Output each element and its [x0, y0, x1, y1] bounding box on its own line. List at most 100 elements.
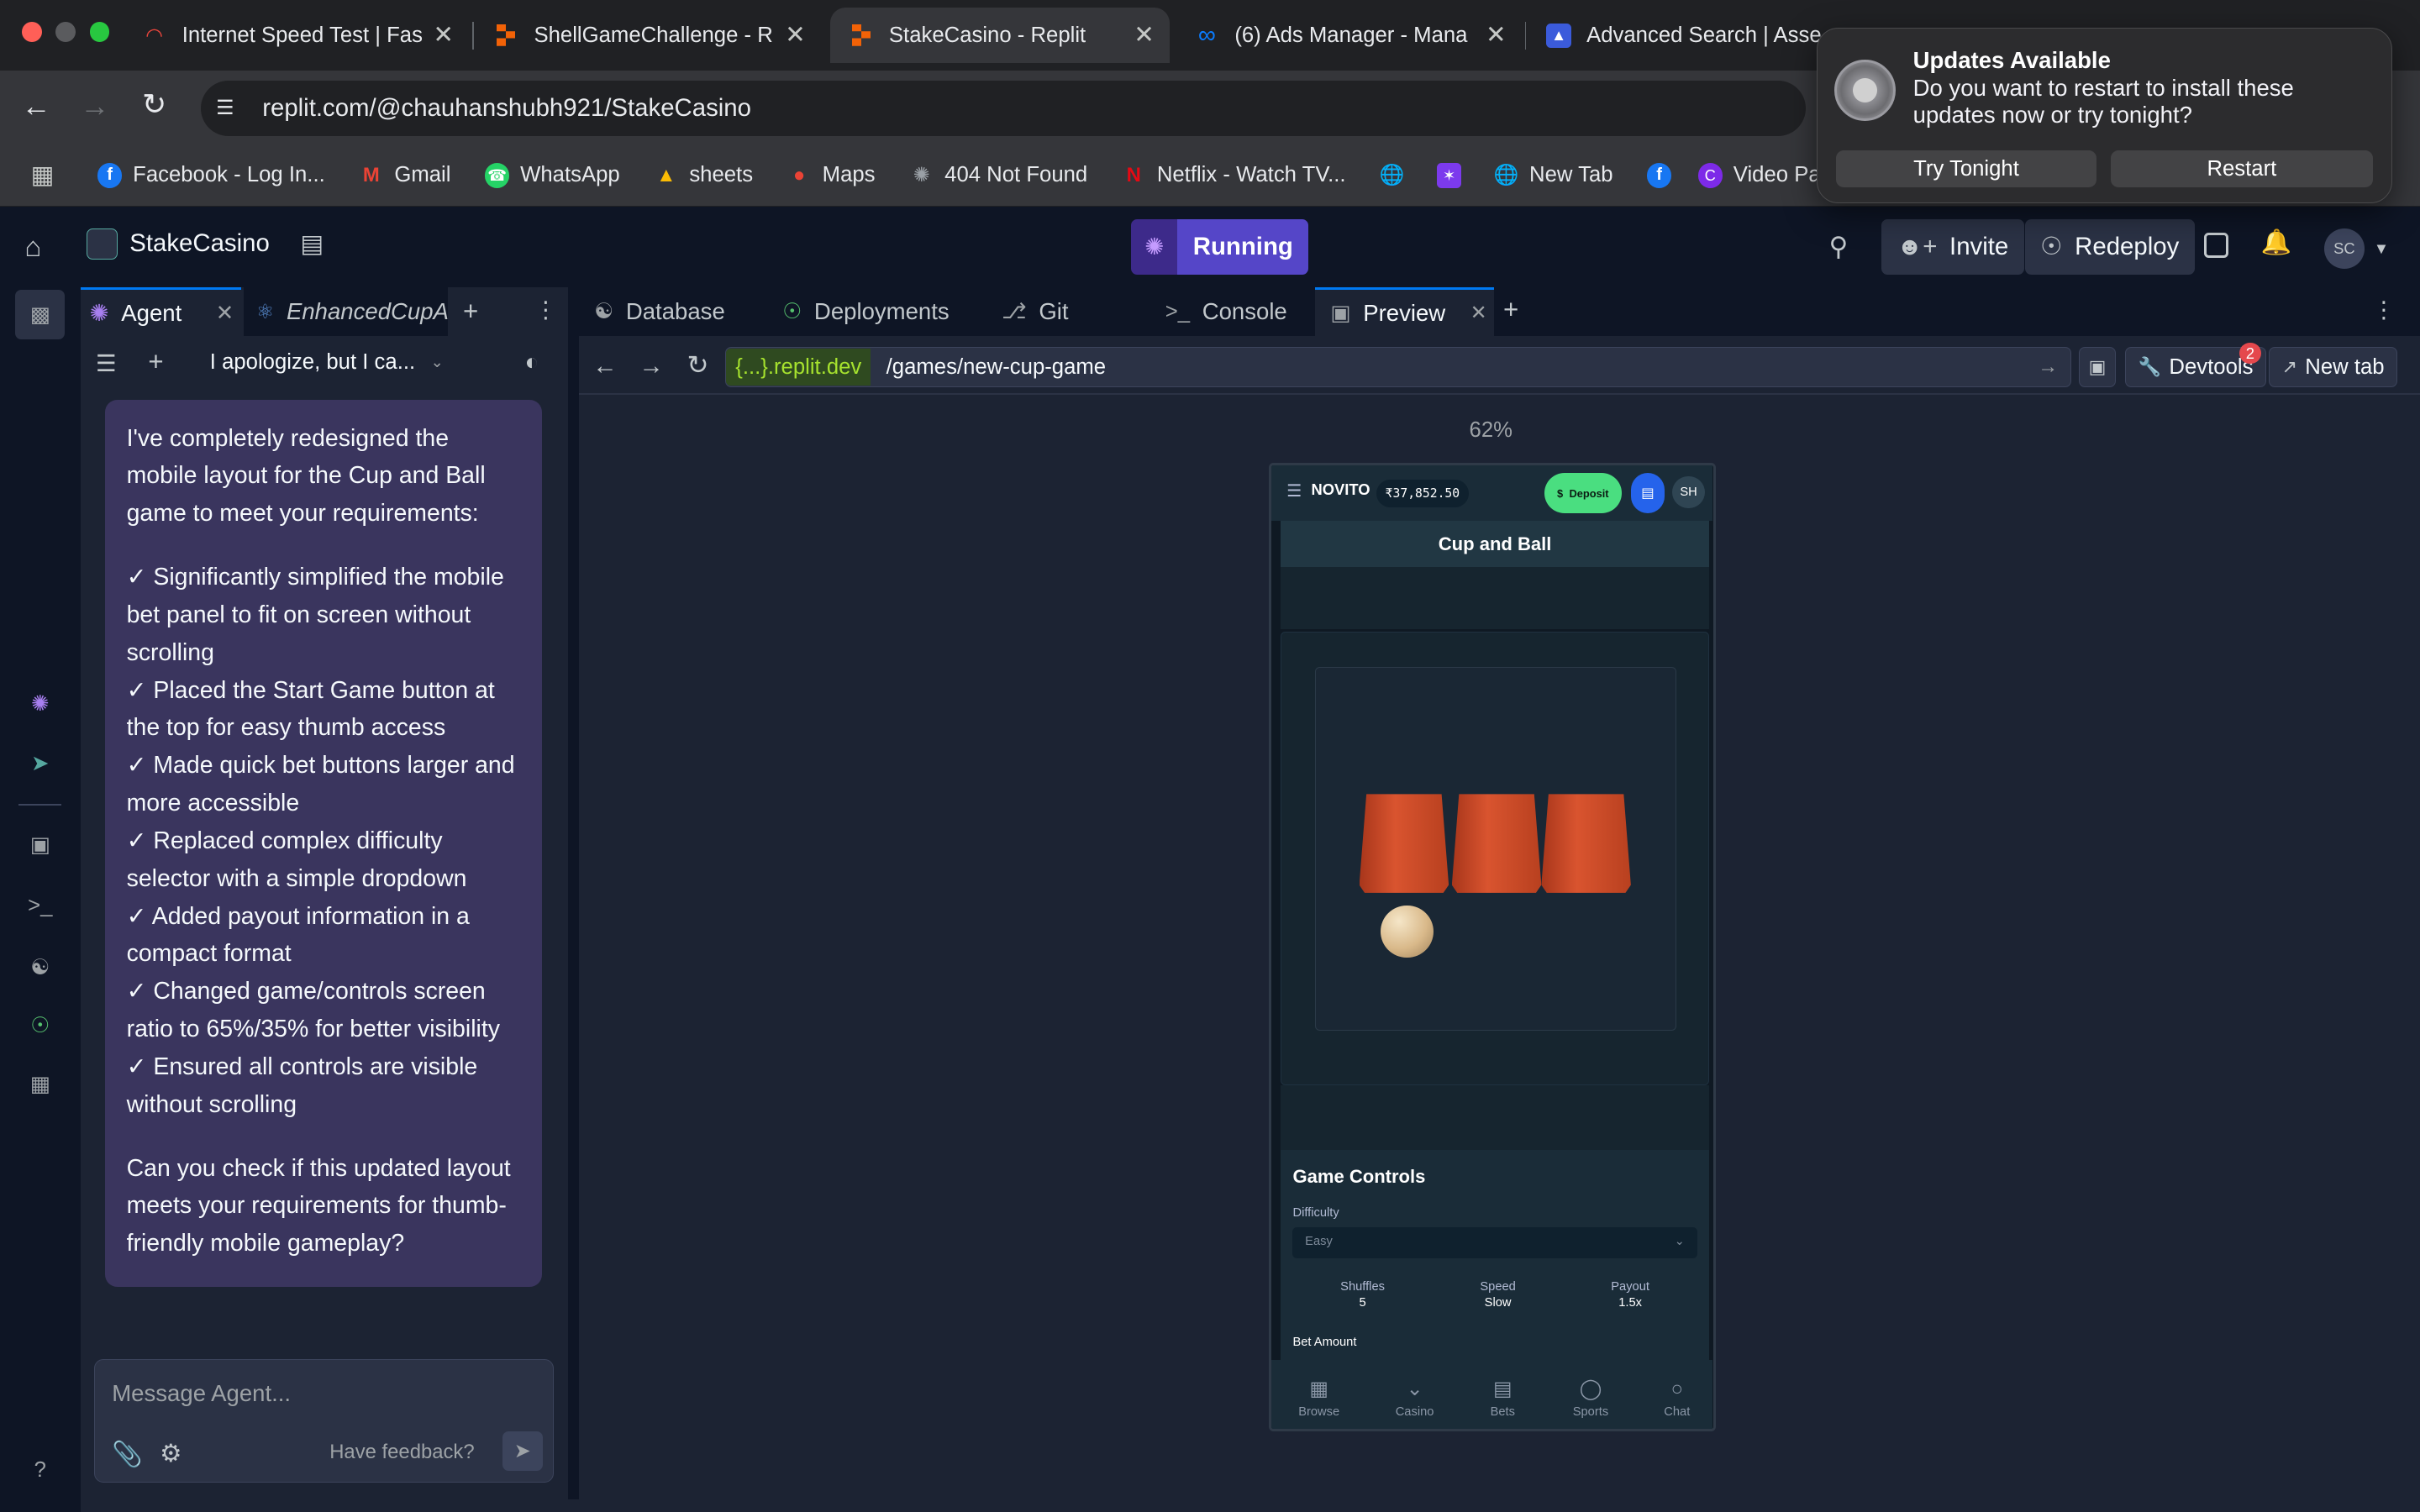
gauge-icon[interactable]: ◐ — [524, 349, 539, 375]
tab-console[interactable]: >_ Console — [1150, 287, 1313, 337]
brand-logo[interactable]: NOVITO — [1312, 480, 1370, 499]
star-app-icon[interactable]: ✶ — [1436, 163, 1472, 188]
close-window-button[interactable] — [21, 21, 42, 42]
chat-list-icon[interactable]: ☰ — [96, 350, 117, 377]
tab-agent[interactable]: ✺ Agent ✕ — [80, 286, 241, 337]
panel-resizer[interactable] — [567, 286, 579, 1500]
explorer-icon[interactable]: ▩ — [26, 301, 54, 328]
preview-forward-icon[interactable]: → — [639, 352, 663, 381]
nav-sports[interactable]: ◯ Sports — [1552, 1377, 1629, 1420]
close-tab-icon[interactable]: ✕ — [216, 301, 234, 326]
bookmark-gmail[interactable]: M Gmail — [359, 163, 451, 187]
bookmark-404[interactable]: ✺ 404 Not Found — [909, 163, 1088, 187]
bookmark-new-tab[interactable]: 🌐 New Tab — [1494, 163, 1613, 187]
forward-arrow-icon[interactable]: → — [81, 90, 110, 123]
address-bar[interactable]: ☰ replit.com/@chauhanshubh921/StakeCasin… — [200, 80, 1806, 136]
home-icon[interactable]: ⌂ — [24, 232, 41, 264]
nav-casino[interactable]: ⌄ Casino — [1376, 1377, 1454, 1420]
deploy-icon[interactable]: ☉ — [26, 1012, 54, 1040]
reload-icon[interactable]: ↻ — [142, 88, 166, 122]
file-list-icon[interactable]: ▤ — [301, 229, 324, 259]
tab-git[interactable]: ⎇ Git — [986, 287, 1141, 337]
globe-icon[interactable]: 🌐 — [1380, 163, 1415, 187]
search-icon[interactable]: ⚲ — [1828, 232, 1848, 262]
tab-preview[interactable]: ▣ Preview ✕ — [1314, 286, 1494, 337]
bookmark-facebook[interactable]: f Facebook - Log In... — [97, 163, 325, 188]
tab-deployments[interactable]: ☉ Deployments — [767, 287, 983, 337]
all-tools-icon[interactable]: ▦ — [26, 1071, 54, 1099]
nav-bets[interactable]: ▤ Bets — [1464, 1377, 1541, 1420]
agent-icon[interactable]: ✺ — [26, 690, 54, 717]
device-toggle-icon[interactable]: ▣ — [2079, 347, 2117, 387]
invite-button[interactable]: ☻+ Invite — [1881, 218, 2024, 275]
close-tab-icon[interactable]: ✕ — [785, 20, 806, 50]
chat-title-dropdown[interactable]: I apologize, but I ca... ⌄ — [210, 350, 444, 375]
message-point: ✓ Made quick bet buttons larger and more… — [126, 752, 515, 817]
message-input[interactable]: Message Agent... — [112, 1380, 291, 1407]
close-tab-icon[interactable]: ✕ — [433, 20, 454, 50]
settings-icon[interactable]: ⚙ — [160, 1439, 182, 1468]
facebook-icon[interactable]: f — [1646, 163, 1682, 188]
console-icon[interactable]: >_ — [26, 892, 54, 920]
balance: ₹37,852.50 — [1376, 479, 1470, 507]
site-settings-icon[interactable]: ☰ — [216, 96, 247, 120]
browser-tab[interactable]: ▲ Advanced Search | Asse — [1528, 8, 1836, 63]
send-button[interactable]: ➤ — [502, 1431, 543, 1472]
help-icon[interactable]: ? — [26, 1457, 54, 1484]
browser-tab[interactable]: ◠ Internet Speed Test | Fas ✕ — [124, 8, 469, 63]
browser-tab-active[interactable]: StakeCasino - Replit ✕ — [830, 8, 1171, 64]
project-name[interactable]: StakeCasino ▤ — [86, 228, 324, 260]
cup-3[interactable] — [1541, 794, 1631, 893]
apps-grid-icon[interactable]: ▦ — [31, 160, 55, 190]
more-options-icon[interactable]: ⋮ — [534, 297, 557, 323]
chevron-down-icon: ⌄ — [1406, 1377, 1423, 1400]
game-board — [1280, 632, 1710, 1086]
database-icon[interactable]: ☯ — [26, 953, 54, 981]
close-tab-icon[interactable]: ✕ — [1486, 20, 1507, 50]
add-tab-icon[interactable]: + — [463, 297, 478, 327]
new-chat-icon[interactable]: + — [148, 347, 163, 377]
browser-tab[interactable]: ∞ (6) Ads Manager - Mana ✕ — [1176, 8, 1522, 63]
add-tab-icon[interactable]: + — [1503, 295, 1518, 325]
deposit-button[interactable]: $ Deposit — [1544, 473, 1622, 513]
more-options-icon[interactable]: ⋮ — [2372, 297, 2396, 323]
difficulty-select[interactable]: Easy ⌄ — [1292, 1227, 1697, 1259]
bookmark-netflix[interactable]: N Netflix - Watch TV... — [1122, 163, 1346, 187]
user-avatar[interactable]: SH — [1672, 475, 1705, 509]
nav-browse[interactable]: ▦ Browse — [1281, 1377, 1358, 1420]
cup-1[interactable] — [1359, 794, 1449, 893]
attach-icon[interactable]: 📎 — [112, 1441, 143, 1469]
cup-2[interactable] — [1451, 794, 1542, 893]
try-tonight-button[interactable]: Try Tonight — [1835, 150, 2097, 188]
go-arrow-icon[interactable]: → — [2038, 355, 2058, 379]
browser-tab[interactable]: ShellGameChallenge - R ✕ — [476, 8, 821, 63]
bookmark-maps[interactable]: ● Maps — [786, 163, 876, 187]
user-menu[interactable]: SC ▼ — [2324, 228, 2389, 269]
close-tab-icon[interactable]: ✕ — [1470, 301, 1487, 325]
feedback-link[interactable]: Have feedback? — [329, 1441, 474, 1464]
close-tab-icon[interactable]: ✕ — [1134, 20, 1155, 50]
minimize-window-button[interactable] — [55, 21, 76, 42]
preview-url-bar[interactable]: {...}.replit.dev /games/new-cup-game → — [725, 347, 2071, 387]
menu-icon[interactable]: ☰ — [1286, 480, 1302, 501]
redeploy-button[interactable]: ☉ Redeploy — [2024, 218, 2195, 275]
new-tab-button[interactable]: ↗ New tab — [2268, 347, 2398, 387]
preview-back-icon[interactable]: ← — [592, 352, 617, 381]
assistant-icon[interactable]: ➤ — [26, 750, 54, 778]
tab-database[interactable]: ☯ Database — [579, 287, 764, 337]
copy-icon[interactable] — [2203, 233, 2229, 258]
bookmark-sheets[interactable]: ▲ sheets — [654, 163, 753, 187]
update-notification: Updates Available Do you want to restart… — [1816, 28, 2392, 204]
restart-button[interactable]: Restart — [2110, 150, 2373, 188]
settings-gear-icon — [1833, 59, 1897, 122]
nav-chat[interactable]: ○ Chat — [1639, 1378, 1714, 1420]
run-status[interactable]: ✺ Running — [1131, 218, 1309, 275]
wallet-icon[interactable]: ▤ — [1630, 473, 1665, 513]
maximize-window-button[interactable] — [89, 21, 110, 42]
preview-reload-icon[interactable]: ↻ — [687, 350, 708, 381]
preview-icon[interactable]: ▣ — [26, 832, 54, 859]
bell-icon[interactable]: 🔔 — [2261, 228, 2292, 257]
bookmark-whatsapp[interactable]: ☎ WhatsApp — [484, 163, 620, 188]
tab-enhanced-cup[interactable]: ⚛ EnhancedCupAr — [244, 286, 448, 337]
back-arrow-icon[interactable]: ← — [22, 90, 51, 123]
